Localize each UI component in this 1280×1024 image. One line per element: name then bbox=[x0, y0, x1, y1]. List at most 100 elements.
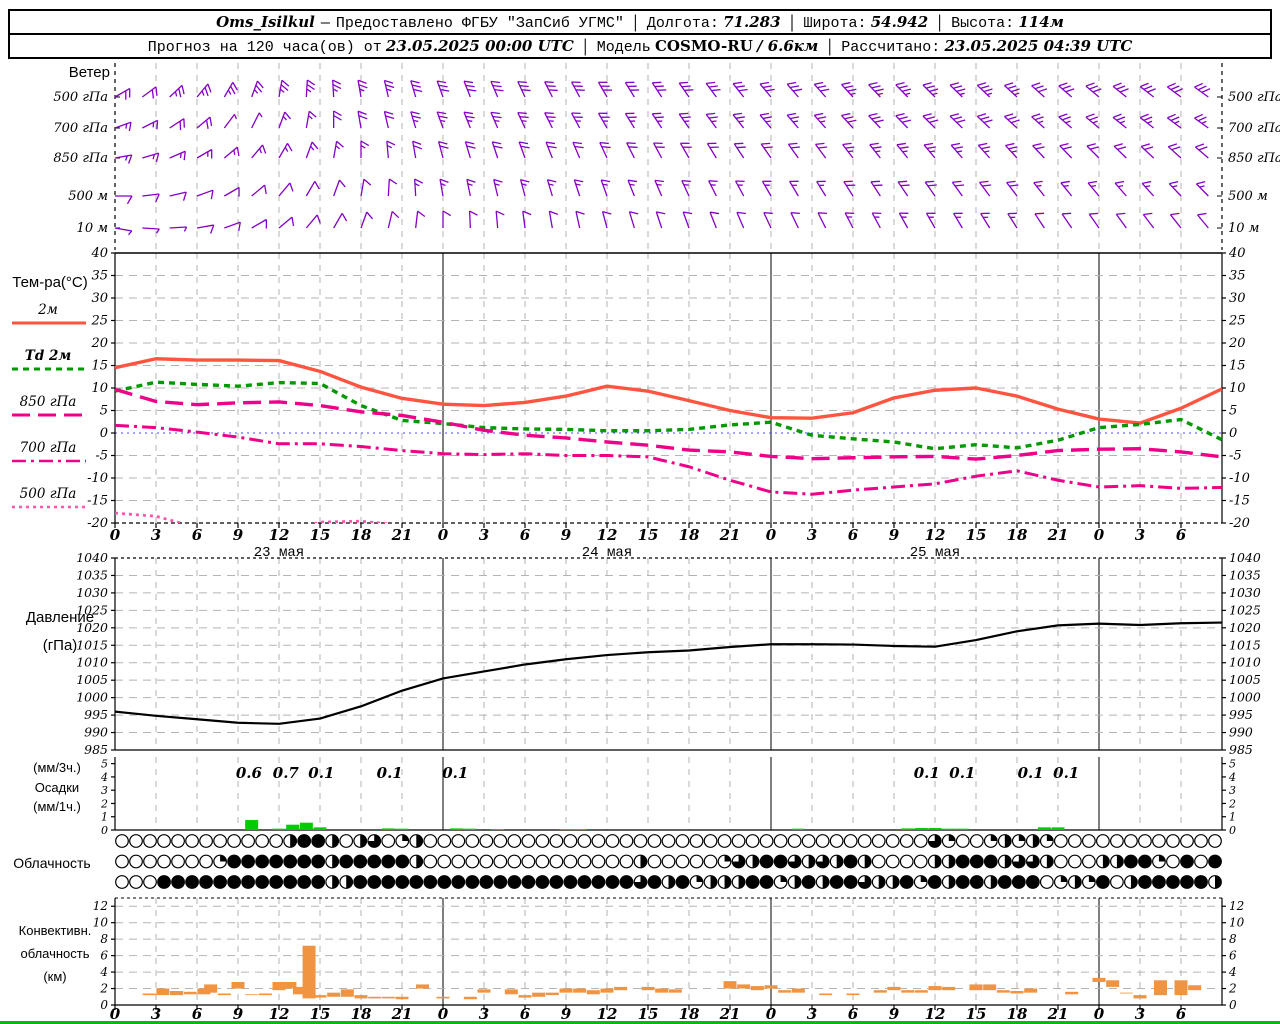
wind-level-label: 500 гПа bbox=[1228, 90, 1280, 105]
cloud-symbol-fill bbox=[1102, 855, 1110, 868]
cloud-symbol bbox=[115, 875, 129, 889]
cloud-symbol bbox=[143, 875, 157, 889]
cloud-symbol-fill bbox=[640, 855, 647, 868]
cloud-symbol-fill bbox=[311, 834, 325, 848]
date-label: 25 мая bbox=[910, 545, 960, 561]
cloud-symbol bbox=[521, 834, 536, 848]
cloud-symbol-fill bbox=[227, 855, 241, 868]
alt-label: Высота: bbox=[951, 15, 1015, 32]
cloud-symbol bbox=[1194, 834, 1208, 848]
precip-amount-label: 0.1 bbox=[1053, 764, 1079, 782]
model-resolution: / 6.6км bbox=[757, 37, 819, 55]
wind-level-label: 700 гПа bbox=[53, 121, 108, 136]
temp-legend-label: 850 гПа bbox=[20, 394, 77, 410]
temp-ytick-label: 0 bbox=[100, 426, 108, 441]
cloud-symbol bbox=[689, 854, 704, 869]
cloud-symbol-fill bbox=[864, 855, 871, 868]
pressure-hgrid bbox=[115, 557, 1222, 751]
cloud-symbol bbox=[871, 854, 886, 869]
temp-legend-label: 500 гПа bbox=[20, 486, 77, 502]
cloud-symbol-fill bbox=[269, 855, 283, 868]
precip-ytick-label: 5 bbox=[101, 758, 108, 771]
conv-bar bbox=[381, 996, 395, 999]
temp-ytick-label: -20 bbox=[1229, 516, 1250, 531]
precip-amount-label: 0.1 bbox=[377, 764, 403, 782]
hour-label-bottom: 6 bbox=[192, 1005, 203, 1023]
hour-label-top: 6 bbox=[1176, 526, 1187, 544]
cloud-symbol-fill bbox=[297, 875, 311, 889]
cloud-symbol-fill bbox=[746, 875, 759, 889]
cloud-symbol-fill bbox=[395, 855, 409, 868]
separator: │ bbox=[825, 39, 835, 56]
hour-label-top: 21 bbox=[1047, 526, 1069, 544]
hour-label-top: 15 bbox=[310, 526, 331, 544]
hour-label-bottom: 18 bbox=[351, 1005, 372, 1023]
wind-title: Ветер bbox=[69, 64, 110, 81]
wind-level-label: 850 гПа bbox=[53, 151, 108, 166]
cloud-symbol-fill bbox=[774, 855, 787, 868]
conv-bar bbox=[142, 993, 156, 996]
wind-level-label: 10 м bbox=[77, 221, 108, 236]
cloud-symbol-fill bbox=[760, 875, 773, 889]
hour-label-top: 3 bbox=[1135, 526, 1145, 544]
cloud-symbol bbox=[619, 834, 634, 848]
conv-ytick-label: 2 bbox=[1228, 982, 1237, 996]
wind-level-label: 500 м bbox=[68, 189, 108, 204]
temp-legend-label: 700 гПа bbox=[20, 440, 77, 456]
precip-bar bbox=[313, 827, 327, 830]
cloud-symbol-fill bbox=[724, 855, 731, 862]
hour-label-bottom: 0 bbox=[110, 1005, 121, 1023]
cloud-symbol bbox=[1039, 875, 1054, 889]
cloud-symbol-fill bbox=[1158, 855, 1166, 862]
hour-label-bottom: 6 bbox=[848, 1005, 859, 1023]
conv-bar bbox=[1092, 977, 1106, 982]
hour-label-top: 3 bbox=[807, 526, 817, 544]
cloud-symbol bbox=[899, 854, 914, 869]
hour-label-top: 0 bbox=[438, 526, 449, 544]
cloud-symbol-fill bbox=[990, 875, 998, 889]
conv-hgrid bbox=[115, 905, 1222, 1006]
cloud-symbol-fill bbox=[780, 875, 787, 882]
cloud-symbol bbox=[647, 834, 662, 848]
hour-label-top: 12 bbox=[925, 526, 946, 544]
conv-bar bbox=[737, 984, 751, 989]
cloud-symbol bbox=[675, 854, 690, 869]
pressure-ytick-label: 985 bbox=[84, 742, 108, 757]
cloud-symbol-fill bbox=[1138, 855, 1152, 868]
conv-bar bbox=[983, 984, 997, 991]
temp-ytick-label: -10 bbox=[87, 471, 108, 486]
cloud-symbol-fill bbox=[794, 875, 801, 889]
cloud-symbol bbox=[1081, 834, 1096, 848]
precip-bar bbox=[928, 828, 942, 830]
temp-ytick-label: 30 bbox=[91, 291, 108, 306]
cloud-symbol-fill bbox=[760, 855, 773, 868]
cloud-symbol-fill bbox=[185, 875, 199, 889]
cloud-symbol-fill bbox=[494, 875, 507, 889]
separator: │ bbox=[630, 15, 640, 32]
cloud-symbol-fill bbox=[928, 875, 942, 889]
pressure-ytick-label: 1000 bbox=[76, 690, 108, 705]
hour-label-bottom: 0 bbox=[438, 1005, 449, 1023]
pressure-ytick-label: 1015 bbox=[76, 637, 108, 652]
cloud-symbol-fill bbox=[423, 875, 437, 889]
conv-bar bbox=[600, 988, 614, 993]
conv-bar bbox=[1174, 980, 1188, 996]
pressure-ytick-label: 1040 bbox=[76, 550, 108, 565]
conv-bar bbox=[996, 990, 1010, 993]
wind-level-label: 850 гПа bbox=[1228, 151, 1280, 166]
hour-label-top: 18 bbox=[1007, 526, 1028, 544]
temp-ytick-label: 0 bbox=[1229, 426, 1237, 441]
cloud-symbol-fill bbox=[808, 855, 815, 868]
cloud-symbol-fill bbox=[578, 875, 591, 889]
precip-ytick-label: 2 bbox=[100, 797, 108, 810]
hour-label-bottom: 9 bbox=[233, 1005, 244, 1023]
precip-3h-label: (мм/3ч.) bbox=[33, 760, 81, 775]
cloud-symbol bbox=[507, 854, 522, 869]
temp-ytick-label: 30 bbox=[1229, 291, 1246, 306]
cloud-symbol-fill bbox=[353, 875, 367, 889]
cloud-symbol bbox=[451, 834, 466, 848]
cloud-symbol bbox=[423, 834, 438, 848]
precip-bar bbox=[381, 828, 395, 830]
temp-ytick-label: 40 bbox=[90, 246, 108, 261]
precip-ytick-label: 5 bbox=[1229, 758, 1236, 771]
